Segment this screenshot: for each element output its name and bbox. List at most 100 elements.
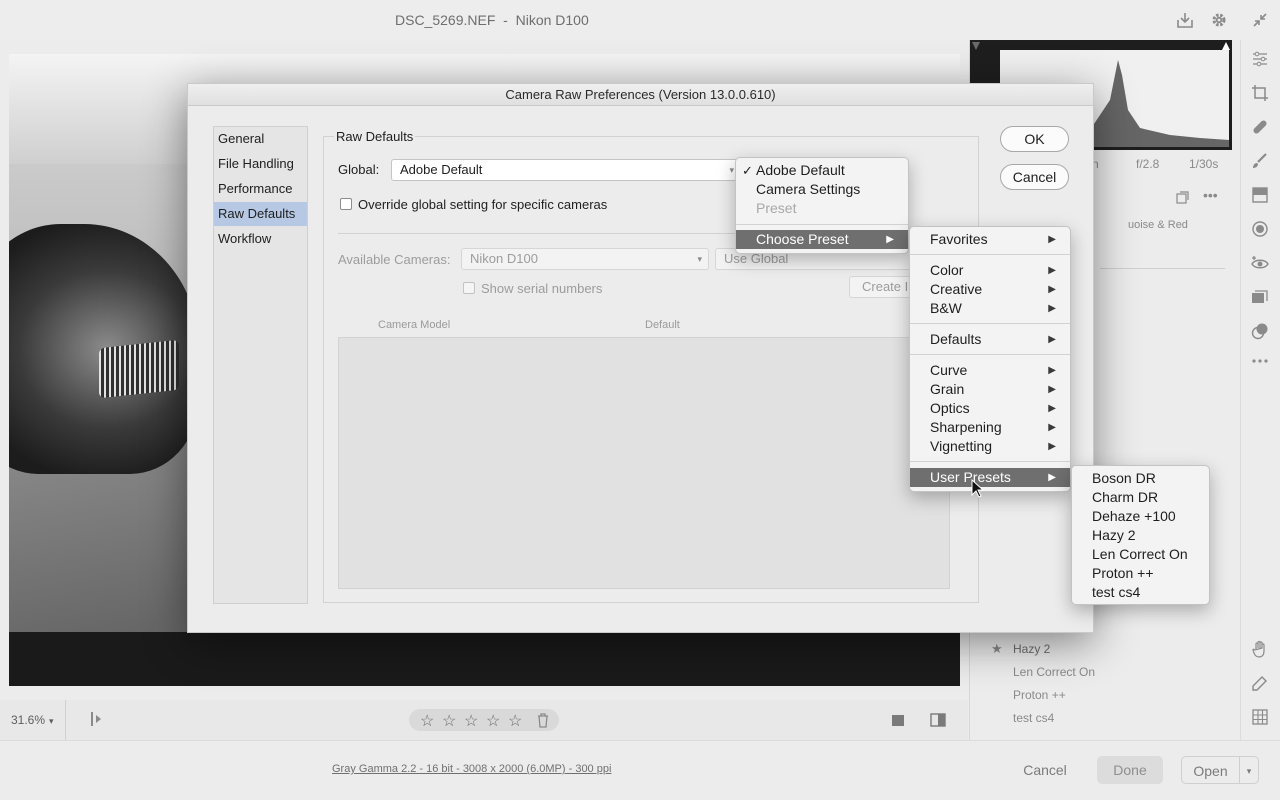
menu-item-sharpening[interactable]: Sharpening ▶ [910, 418, 1070, 437]
nav-item-raw-defaults[interactable]: Raw Defaults [214, 202, 307, 226]
grid-icon[interactable] [1251, 708, 1269, 726]
mouse-cursor-icon [971, 479, 985, 498]
hand-icon[interactable] [1251, 640, 1269, 658]
global-select[interactable]: Adobe Default ▾ [391, 159, 741, 181]
star-icon[interactable]: ☆ [508, 711, 522, 731]
photo-car-grille [99, 339, 179, 399]
done-button[interactable]: Done [1097, 756, 1163, 784]
global-label: Global: [338, 162, 380, 177]
submenu-arrow-icon: ▶ [1048, 422, 1056, 433]
eyedropper-icon[interactable] [1251, 674, 1269, 692]
submenu-arrow-icon: ▶ [1048, 403, 1056, 414]
submenu-arrow-icon: ▶ [1048, 384, 1056, 395]
menu-item-grain[interactable]: Grain ▶ [910, 380, 1070, 399]
menu-item-user-presets[interactable]: User Presets ▶ [910, 468, 1070, 487]
crop-icon[interactable] [1251, 84, 1269, 102]
open-options-button[interactable]: ▾ [1239, 756, 1259, 784]
global-select-value: Adobe Default [400, 162, 483, 177]
star-icon[interactable]: ☆ [442, 711, 456, 731]
cancel-button[interactable]: Cancel [1000, 164, 1069, 190]
override-checkbox[interactable] [340, 198, 352, 210]
menu-item-curve[interactable]: Curve ▶ [910, 361, 1070, 380]
group-title: Raw Defaults [334, 129, 416, 144]
star-icon[interactable]: ☆ [464, 711, 478, 731]
ok-button[interactable]: OK [1000, 126, 1069, 152]
submenu-arrow-icon: ▶ [1048, 441, 1056, 452]
split-view-icon[interactable] [930, 712, 946, 728]
nav-item-file-handling[interactable]: File Handling [214, 152, 307, 176]
presets-icon[interactable] [1251, 322, 1269, 340]
star-icon[interactable]: ☆ [420, 711, 434, 731]
column-camera-model: Camera Model [378, 319, 451, 331]
photo-shadow-band [9, 632, 960, 686]
override-label: Override global setting for specific cam… [358, 197, 608, 212]
nav-item-performance[interactable]: Performance [214, 177, 307, 201]
menu-item-preset[interactable]: Charm DR [1072, 488, 1209, 507]
preset-item[interactable]: Len Correct On [1013, 665, 1095, 679]
open-button[interactable]: Open [1181, 756, 1239, 784]
menu-item-color[interactable]: Color ▶ [910, 261, 1070, 280]
submenu-arrow-icon: ▶ [1048, 303, 1056, 314]
healing-icon[interactable] [1251, 118, 1269, 136]
menu-item-preset[interactable]: Hazy 2 [1072, 526, 1209, 545]
menu-item-bw[interactable]: B&W ▶ [910, 299, 1070, 318]
menu-item-favorites[interactable]: Favorites ▶ [910, 230, 1070, 249]
nav-item-general[interactable]: General [214, 127, 307, 151]
preset-groups-menu: Favorites ▶ Color ▶ Creative ▶ B&W ▶ Default… [909, 226, 1071, 492]
menu-item-preset[interactable]: Len Correct On [1072, 545, 1209, 564]
menu-item-preset[interactable]: test cs4 [1072, 583, 1209, 602]
camera-defaults-table[interactable] [338, 337, 950, 589]
preset-item[interactable]: test cs4 [1013, 711, 1054, 725]
menu-item-preset[interactable]: Dehaze +100 [1072, 507, 1209, 526]
edit-sliders-icon[interactable] [1251, 50, 1269, 68]
title-bar: DSC_5269.NEF - Nikon D100 [0, 0, 1280, 40]
gradient-icon[interactable] [1251, 186, 1269, 204]
preset-item[interactable]: Proton ++ [1013, 688, 1066, 702]
brush-icon[interactable] [1251, 152, 1269, 170]
window-title: DSC_5269.NEF - Nikon D100 [395, 12, 589, 28]
before-after-icon[interactable] [891, 712, 907, 728]
submenu-arrow-icon: ▶ [1048, 334, 1056, 345]
chevron-down-icon: ▾ [697, 254, 702, 264]
red-eye-icon[interactable] [1251, 254, 1269, 272]
chevron-down-icon: ▾ [729, 165, 734, 175]
menu-item-optics[interactable]: Optics ▶ [910, 399, 1070, 418]
zoom-select[interactable]: 31.6% ▾ [0, 700, 66, 740]
submenu-arrow-icon: ▶ [1048, 234, 1056, 245]
tool-strip [1240, 40, 1280, 740]
camera-select[interactable]: Nikon D100 ▾ [461, 248, 709, 270]
serial-numbers-checkbox[interactable] [463, 282, 475, 294]
submenu-arrow-icon: ▶ [1048, 472, 1056, 483]
chevron-down-icon: ▾ [49, 716, 54, 726]
radial-filter-icon[interactable] [1251, 220, 1269, 238]
star-icon: ★ [991, 641, 1003, 656]
more-options-icon[interactable]: ••• [1203, 187, 1218, 203]
menu-item-preset[interactable]: Boson DR [1072, 469, 1209, 488]
gear-icon[interactable] [1209, 10, 1229, 30]
menu-item-choose-preset[interactable]: Choose Preset ▶ [736, 230, 908, 249]
preset-item[interactable]: Hazy 2 [1013, 642, 1050, 656]
collapse-icon[interactable] [1250, 10, 1270, 30]
preset-group-label: uoise & Red [1128, 219, 1188, 231]
menu-separator [910, 254, 1070, 255]
menu-item-creative[interactable]: Creative ▶ [910, 280, 1070, 299]
new-preset-icon[interactable] [1175, 191, 1189, 205]
trash-icon[interactable] [536, 712, 550, 728]
nav-item-workflow[interactable]: Workflow [214, 227, 307, 251]
workflow-options-link[interactable]: Gray Gamma 2.2 - 16 bit - 3008 x 2000 (6… [332, 763, 611, 775]
readout-shutter: 1/30s [1189, 157, 1219, 171]
menu-item-defaults[interactable]: Defaults ▶ [910, 330, 1070, 349]
camera-select-value: Nikon D100 [470, 251, 538, 266]
more-tools-icon[interactable] [1251, 352, 1269, 370]
menu-separator [910, 323, 1070, 324]
menu-item-preset[interactable]: Proton ++ [1072, 564, 1209, 583]
global-dropdown-menu: ✓ Adobe Default Camera Settings Preset C… [735, 157, 909, 254]
filmstrip-toggle-icon[interactable] [88, 710, 106, 728]
snapshots-icon[interactable] [1251, 288, 1269, 306]
menu-item-adobe-default[interactable]: ✓ Adobe Default [736, 161, 908, 180]
menu-item-vignetting[interactable]: Vignetting ▶ [910, 437, 1070, 456]
menu-item-camera-settings[interactable]: Camera Settings [736, 180, 908, 199]
star-icon[interactable]: ☆ [486, 711, 500, 731]
save-icon[interactable] [1175, 10, 1195, 30]
cancel-button[interactable]: Cancel [1010, 756, 1080, 784]
